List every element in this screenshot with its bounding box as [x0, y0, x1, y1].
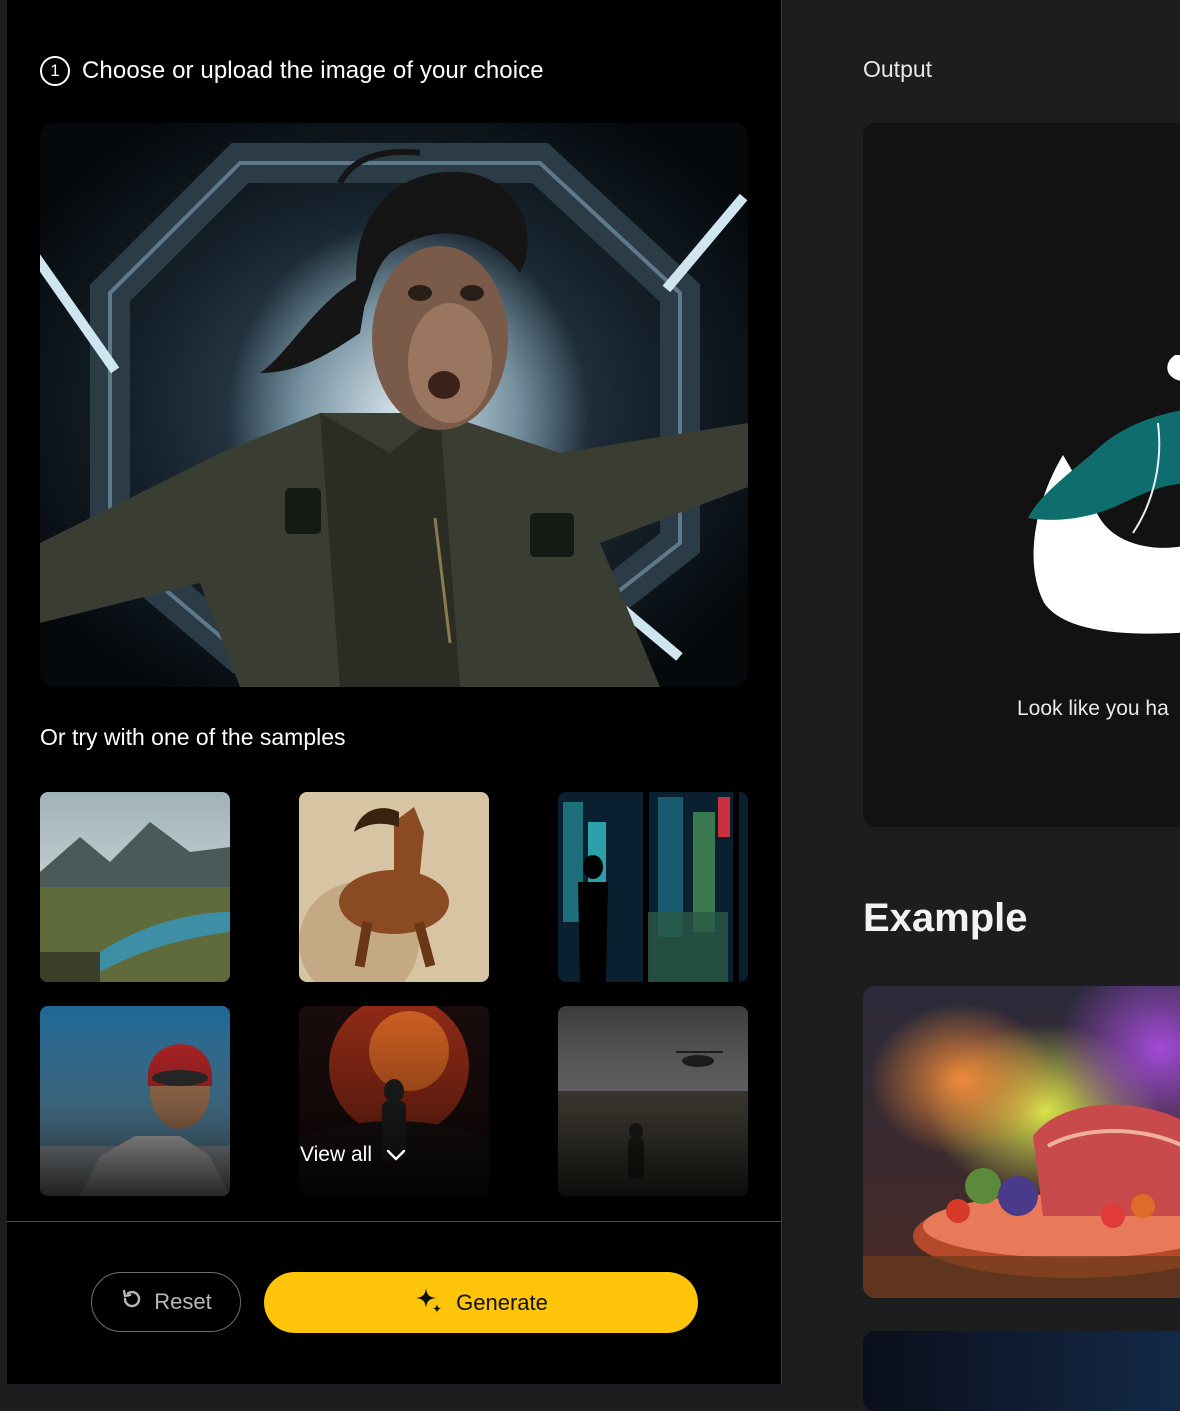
samples-label: Or try with one of the samples [40, 724, 346, 750]
sample-running-horse[interactable] [299, 792, 489, 982]
empty-state-illustration [1028, 355, 1180, 636]
sample-helicopter-wasteland[interactable] [558, 1006, 748, 1196]
empty-state-message: Look like you ha [1017, 697, 1169, 720]
sparkle-icon [414, 1285, 444, 1321]
chevron-down-icon [386, 1143, 406, 1167]
example-title: Example [863, 896, 1028, 940]
output-title: Output [863, 56, 933, 82]
step-heading: 1 Choose or upload the image of your cho… [40, 55, 544, 87]
sample-neon-city[interactable] [558, 792, 748, 982]
reset-label: Reset [154, 1289, 212, 1314]
reset-button[interactable]: Reset [91, 1272, 241, 1332]
step-number-badge: 1 [40, 56, 70, 86]
view-all-button[interactable]: View all [300, 1138, 406, 1172]
example-card[interactable] [863, 986, 1180, 1298]
step-title: Choose or upload the image of your choic… [82, 57, 544, 84]
footer-divider [7, 1221, 781, 1222]
sample-astronaut-portrait[interactable] [40, 1006, 230, 1196]
selected-image[interactable] [40, 123, 748, 687]
output-area: Look like you ha [863, 123, 1180, 827]
view-all-label: View all [300, 1143, 372, 1166]
input-panel: 1 Choose or upload the image of your cho… [7, 0, 782, 1384]
generate-label: Generate [456, 1289, 548, 1315]
example-card-2[interactable] [863, 1331, 1180, 1411]
reset-icon [120, 1287, 144, 1317]
generate-button[interactable]: Generate [264, 1272, 698, 1333]
selected-image-art [40, 143, 748, 687]
example-card-art [863, 1104, 1180, 1298]
sample-mountain-river[interactable] [40, 792, 230, 982]
